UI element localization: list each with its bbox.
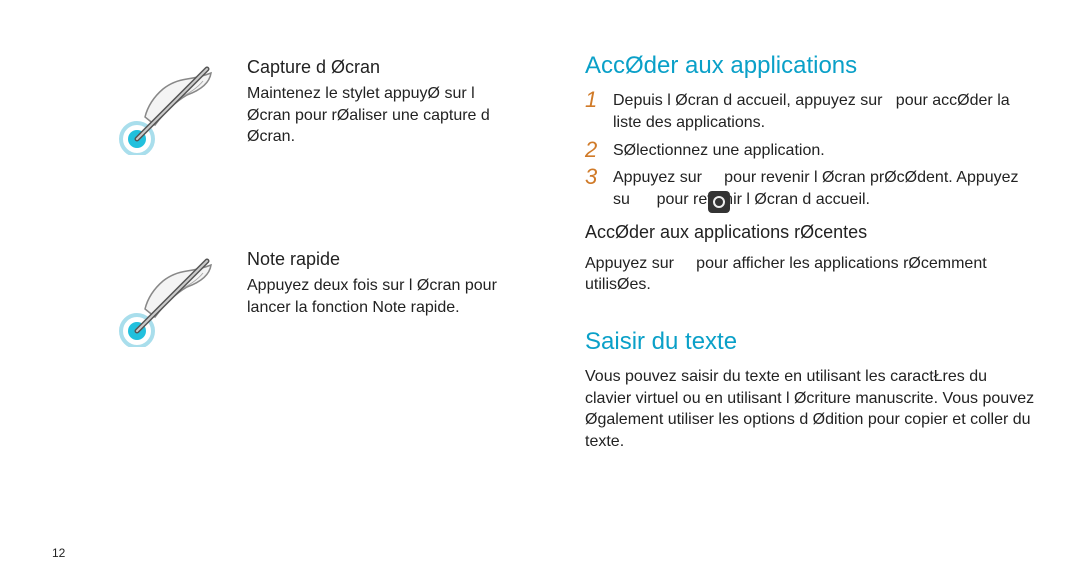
left-column: Capture d Øcran Maintenez le stylet appu… bbox=[115, 55, 500, 347]
section-recent-title: AccØder aux applications rØcentes bbox=[585, 220, 1035, 244]
feature-quicknote-body: Appuyez deux fois sur l Øcran pour lance… bbox=[247, 275, 500, 318]
section-text-title: Saisir du texte bbox=[585, 326, 1035, 358]
feature-quicknote-title: Note rapide bbox=[247, 247, 500, 271]
section-apps-title: AccØder aux applications bbox=[585, 50, 1035, 82]
step-3: 3 Appuyez sur pour revenir l Øcran prØcØ… bbox=[585, 167, 1035, 210]
right-column: AccØder aux applications 1 Depuis l Øcra… bbox=[555, 50, 1035, 461]
manual-page: Capture d Øcran Maintenez le stylet appu… bbox=[0, 0, 1080, 586]
step-text: Depuis l Øcran d accueil, appuyez sur po… bbox=[613, 90, 1035, 133]
step-number: 2 bbox=[585, 139, 605, 161]
step-2: 2 SØlectionnez une application. bbox=[585, 140, 1035, 162]
feature-capture-body: Maintenez le stylet appuyØ sur l Øcran p… bbox=[247, 83, 500, 148]
section-recent-body: Appuyez sur pour afficher les applicatio… bbox=[585, 253, 1035, 296]
stylus-press-hold-icon bbox=[115, 55, 225, 155]
section-apps-steps: 1 Depuis l Øcran d accueil, appuyez sur … bbox=[585, 90, 1035, 210]
feature-capture-text: Capture d Øcran Maintenez le stylet appu… bbox=[247, 55, 500, 148]
feature-quicknote: Note rapide Appuyez deux fois sur l Øcra… bbox=[115, 247, 500, 347]
feature-capture: Capture d Øcran Maintenez le stylet appu… bbox=[115, 55, 500, 155]
home-button-icon bbox=[708, 191, 730, 213]
step-number: 1 bbox=[585, 89, 605, 111]
page-number: 12 bbox=[52, 545, 65, 561]
step-text: Appuyez sur pour revenir l Øcran prØcØde… bbox=[613, 167, 1035, 210]
section-text-body: Vous pouvez saisir du texte en utilisant… bbox=[585, 366, 1035, 452]
step-number: 3 bbox=[585, 166, 605, 188]
feature-capture-title: Capture d Øcran bbox=[247, 55, 500, 79]
step-1: 1 Depuis l Øcran d accueil, appuyez sur … bbox=[585, 90, 1035, 133]
stylus-double-tap-icon bbox=[115, 247, 225, 347]
step-text: SØlectionnez une application. bbox=[613, 140, 1035, 162]
feature-quicknote-text: Note rapide Appuyez deux fois sur l Øcra… bbox=[247, 247, 500, 318]
